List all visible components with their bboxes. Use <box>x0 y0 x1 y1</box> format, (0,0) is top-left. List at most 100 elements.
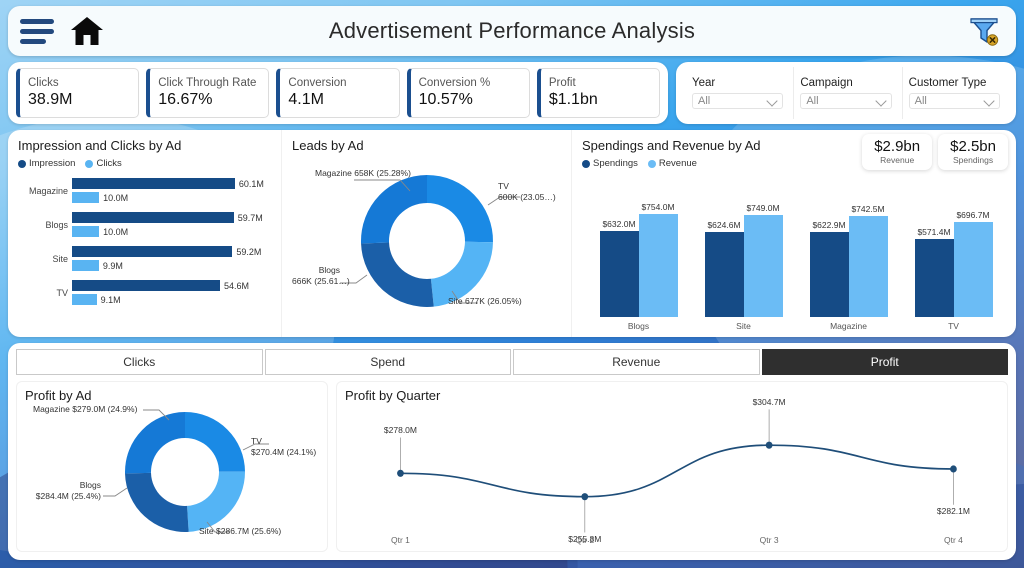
bar-value-label: $624.6M <box>707 219 741 230</box>
tile-spendings[interactable]: $2.5bn Spendings <box>938 134 1008 171</box>
donut-segment-blogs[interactable] <box>125 412 185 474</box>
donut-label-blogs: Blogs $284.4M (25.4%) <box>35 480 101 501</box>
bar[interactable] <box>72 294 97 305</box>
bar-value-label: $696.7M <box>956 209 990 220</box>
bar-row: 59.2M <box>72 246 271 257</box>
legend-item-revenue[interactable]: Revenue <box>647 158 697 169</box>
donut-label-site: Site 677K (26.05%) <box>448 296 522 306</box>
chart-legend: Impression Clicks <box>18 158 271 169</box>
bar-row: 54.6M <box>72 280 271 291</box>
kpi-value: $1.1bn <box>548 91 598 109</box>
bar-group[interactable]: $632.0M $754.0M Blogs <box>595 202 683 331</box>
bar[interactable] <box>72 192 100 203</box>
bar-group[interactable]: Blogs 59.7M 10.0M <box>20 212 271 237</box>
donut-segment-site[interactable] <box>361 242 434 307</box>
bar-group[interactable]: Site 59.2M 9.9M <box>20 246 271 271</box>
tab-revenue[interactable]: Revenue <box>513 349 760 375</box>
bar[interactable] <box>72 260 99 271</box>
bar[interactable]: $742.5M <box>848 204 888 317</box>
bar-category-label: Magazine <box>28 185 68 196</box>
slicer-customer-type-dropdown[interactable]: All <box>908 93 1000 109</box>
chart-spendings-revenue[interactable]: Spendings and Revenue by Ad Spendings Re… <box>572 130 1016 337</box>
legend-item-impression[interactable]: Impression <box>18 158 75 169</box>
donut-segment-site[interactable] <box>125 472 189 532</box>
bar[interactable]: $624.6M <box>704 220 744 317</box>
chart-profit-by-ad[interactable]: Profit by Ad Magazine $279.0M (24.9%) TV… <box>16 381 328 552</box>
bar-row: 10.0M <box>72 226 271 237</box>
bar-category-label: TV <box>56 287 68 298</box>
bar-pair: $571.4M $696.7M <box>914 205 993 317</box>
bar[interactable]: $622.9M <box>809 220 849 317</box>
chevron-down-icon <box>984 96 994 106</box>
data-point-label: $304.7M <box>752 397 786 408</box>
data-point-label: $282.1M <box>936 506 970 517</box>
bar[interactable] <box>72 226 100 237</box>
bar-group[interactable]: $622.9M $742.5M Magazine <box>805 204 893 331</box>
tile-revenue[interactable]: $2.9bn Revenue <box>862 134 933 171</box>
bar-row: 59.7M <box>72 212 271 223</box>
slicer-label: Campaign <box>800 77 853 89</box>
bar-group[interactable]: TV 54.6M 9.1M <box>20 280 271 305</box>
tab-clicks[interactable]: Clicks <box>16 349 263 375</box>
bar-row: 9.1M <box>72 294 271 305</box>
bar-row: 60.1M <box>72 178 271 189</box>
bar-category-label: Blogs <box>627 321 650 331</box>
bottom-section: Clicks Spend Revenue Profit Profit by Ad Ma… <box>8 343 1016 560</box>
hamburger-icon[interactable] <box>20 18 54 44</box>
bar[interactable]: $571.4M <box>914 227 954 317</box>
bar-group[interactable]: Magazine 60.1M 10.0M <box>20 178 271 203</box>
donut-label-site: Site $286.7M (25.6%) <box>199 526 282 536</box>
bar[interactable] <box>72 246 233 257</box>
chart-profit-by-quarter[interactable]: Profit by Quarter $278.0M Qtr 1 $255.8M Qtr… <box>336 381 1008 552</box>
bar-group[interactable]: $571.4M $696.7M TV <box>910 205 998 331</box>
slicer-year: Year All <box>686 67 789 119</box>
bar-value-label: 59.2M <box>236 246 262 257</box>
bar-pair: $624.6M $749.0M <box>704 203 783 317</box>
slicer-campaign-dropdown[interactable]: All <box>800 93 892 109</box>
chart-title: Impression and Clicks by Ad <box>18 138 182 153</box>
bar-group[interactable]: $624.6M $749.0M Site <box>700 203 788 331</box>
donut-segment-blogs[interactable] <box>361 175 427 244</box>
donut-segment-magazine[interactable] <box>185 412 245 472</box>
tab-spend[interactable]: Spend <box>264 349 511 375</box>
kpi-conversion-percent[interactable]: Conversion % 10.57% <box>406 68 530 118</box>
kpi-value: 16.67% <box>158 91 213 109</box>
bar[interactable]: $749.0M <box>743 203 783 317</box>
slicer-year-dropdown[interactable]: All <box>692 93 784 109</box>
chart-leads-by-ad[interactable]: Leads by Ad Magazine 658K (25.28%) TV 600… <box>282 130 572 337</box>
app-header: Advertisement Performance Analysis <box>8 6 1016 56</box>
bar[interactable]: $632.0M <box>599 219 639 317</box>
bar-value-label: $622.9M <box>812 219 846 230</box>
kpi-click-through-rate[interactable]: Click Through Rate 16.67% <box>146 68 270 118</box>
home-icon[interactable] <box>66 14 108 48</box>
donut-plot-profit: Magazine $279.0M (24.9%) TV $270.4M (24.1… <box>17 400 327 542</box>
bar[interactable] <box>72 280 220 291</box>
chart-impression-clicks[interactable]: Impression and Clicks by Ad Impression C… <box>8 130 282 337</box>
bar[interactable] <box>72 212 234 223</box>
bar-stack: 60.1M 10.0M <box>72 178 271 203</box>
kpi-conversion[interactable]: Conversion 4.1M <box>276 68 400 118</box>
kpi-clicks[interactable]: Clicks 38.9M <box>16 68 140 118</box>
donut-segment-tv[interactable] <box>187 471 245 532</box>
donut-label-tv: TV 600K (23.05…) <box>498 181 556 202</box>
bar[interactable]: $754.0M <box>638 202 678 317</box>
bottom-panels: Profit by Ad Magazine $279.0M (24.9%) TV… <box>16 381 1008 552</box>
slicer-customer-type: Customer Type All <box>901 67 1006 119</box>
bar-stack: 54.6M 9.1M <box>72 280 271 305</box>
donut-segment-magazine[interactable] <box>427 175 493 243</box>
bar-value-label: $632.0M <box>602 218 636 229</box>
legend-item-spendings[interactable]: Spendings <box>582 158 638 169</box>
bar[interactable] <box>72 178 235 189</box>
kpi-label: Conversion % <box>418 76 491 89</box>
kpi-profit[interactable]: Profit $1.1bn <box>536 68 661 118</box>
legend-item-clicks[interactable]: Clicks <box>85 158 122 169</box>
tab-profit[interactable]: Profit <box>761 349 1008 375</box>
donut-label-magazine: Magazine $279.0M (24.9%) <box>33 404 138 414</box>
bar-category-label: Site <box>52 253 68 264</box>
x-axis-tick: Qtr 2 <box>575 535 595 545</box>
clear-filter-icon[interactable] <box>964 11 1004 51</box>
bar-pair: $632.0M $754.0M <box>599 202 678 317</box>
horizontal-bar-plot: Magazine 60.1M 10.0M Blogs 59.7M 10.0M Site 59.… <box>18 178 271 305</box>
chart-title: Profit by Quarter <box>345 388 441 403</box>
bar[interactable]: $696.7M <box>953 210 993 317</box>
